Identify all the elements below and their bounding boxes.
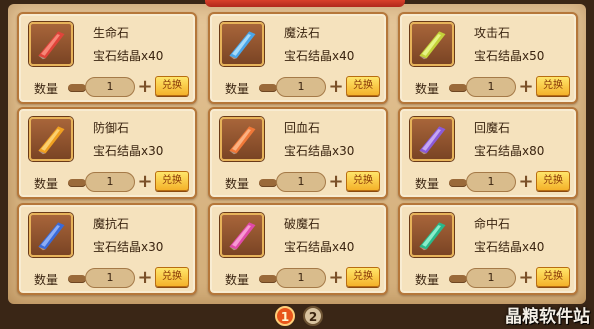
item-cost: 宝石结晶x40 (284, 240, 355, 254)
exchange-button[interactable]: 兑换 (346, 267, 380, 287)
decrease-button[interactable] (68, 179, 86, 187)
item-cost: 宝石结晶x40 (284, 49, 355, 63)
shop-item-card: 生命石 宝石结晶x40 数量 1 + 兑换 (17, 12, 197, 104)
decrease-button[interactable] (68, 84, 86, 92)
gem-icon-slot (220, 213, 264, 257)
purple-gem-icon (419, 126, 446, 155)
gem-icon-slot (410, 117, 454, 161)
item-cost: 宝石结晶x30 (93, 144, 164, 158)
orange-red-gem-icon (229, 126, 256, 155)
item-name: 防御石 (93, 121, 130, 135)
quantity-field[interactable]: 1 (85, 77, 135, 97)
item-cost: 宝石结晶x30 (93, 240, 164, 254)
watermark-text: 晶粮软件站 (505, 307, 590, 327)
quantity-label: 数量 (34, 273, 59, 287)
exchange-button[interactable]: 兑换 (536, 171, 570, 191)
item-name: 命中石 (474, 217, 511, 231)
decrease-button[interactable] (259, 84, 277, 92)
teal-gem-icon (419, 222, 446, 251)
increase-button[interactable]: + (137, 172, 153, 192)
item-cost: 宝石结晶x50 (474, 49, 545, 63)
item-name: 魔抗石 (93, 217, 130, 231)
quantity-label: 数量 (225, 273, 250, 287)
gem-icon-slot (410, 213, 454, 257)
quantity-field[interactable]: 1 (85, 268, 135, 288)
quantity-field[interactable]: 1 (466, 172, 516, 192)
exchange-button[interactable]: 兑换 (536, 267, 570, 287)
orange-gem-icon (38, 126, 65, 155)
shop-item-card: 攻击石 宝石结晶x50 数量 1 + 兑换 (398, 12, 578, 104)
shop-item-card: 命中石 宝石结晶x40 数量 1 + 兑换 (398, 203, 578, 295)
exchange-button[interactable]: 兑换 (155, 267, 189, 287)
item-name: 生命石 (93, 26, 130, 40)
item-cost: 宝石结晶x30 (284, 144, 355, 158)
shop-item-card: 破魔石 宝石结晶x40 数量 1 + 兑换 (208, 203, 388, 295)
shop-item-card: 回魔石 宝石结晶x80 数量 1 + 兑换 (398, 107, 578, 199)
shop-item-card: 防御石 宝石结晶x30 数量 1 + 兑换 (17, 107, 197, 199)
quantity-label: 数量 (415, 273, 440, 287)
quantity-label: 数量 (34, 82, 59, 96)
exchange-button[interactable]: 兑换 (155, 171, 189, 191)
item-name: 破魔石 (284, 217, 321, 231)
decrease-button[interactable] (259, 179, 277, 187)
blue-gem-icon (229, 31, 256, 60)
increase-button[interactable]: + (328, 77, 344, 97)
quantity-label: 数量 (415, 82, 440, 96)
shop-item-card: 回血石 宝石结晶x30 数量 1 + 兑换 (208, 107, 388, 199)
item-cost: 宝石结晶x40 (93, 49, 164, 63)
increase-button[interactable]: + (328, 172, 344, 192)
quantity-label: 数量 (225, 82, 250, 96)
page-1-button[interactable]: 1 (275, 306, 295, 326)
gem-icon-slot (29, 22, 73, 66)
exchange-button[interactable]: 兑换 (346, 76, 380, 96)
quantity-field[interactable]: 1 (276, 268, 326, 288)
item-name: 攻击石 (474, 26, 511, 40)
gem-icon-slot (29, 117, 73, 161)
pink-gem-icon (229, 222, 256, 251)
red-gem-icon (38, 31, 65, 60)
shop-item-card: 魔抗石 宝石结晶x30 数量 1 + 兑换 (17, 203, 197, 295)
increase-button[interactable]: + (137, 268, 153, 288)
gem-icon-slot (220, 22, 264, 66)
exchange-button[interactable]: 兑换 (346, 171, 380, 191)
quantity-label: 数量 (34, 177, 59, 191)
item-name: 回魔石 (474, 121, 511, 135)
quantity-field[interactable]: 1 (276, 77, 326, 97)
decrease-button[interactable] (449, 179, 467, 187)
increase-button[interactable]: + (518, 268, 534, 288)
yellow-green-gem-icon (419, 31, 446, 60)
page-2-button[interactable]: 2 (303, 306, 323, 326)
increase-button[interactable]: + (137, 77, 153, 97)
gem-icon-slot (220, 117, 264, 161)
increase-button[interactable]: + (518, 172, 534, 192)
gem-icon-slot (29, 213, 73, 257)
item-name: 回血石 (284, 121, 321, 135)
increase-button[interactable]: + (328, 268, 344, 288)
quantity-field[interactable]: 1 (85, 172, 135, 192)
game-window: 生命石 宝石结晶x40 数量 1 + 兑换 魔法石 宝石结晶x40 数量 1 +… (0, 0, 594, 329)
quantity-label: 数量 (225, 177, 250, 191)
exchange-button[interactable]: 兑换 (155, 76, 189, 96)
item-name: 魔法石 (284, 26, 321, 40)
decrease-button[interactable] (68, 275, 86, 283)
decrease-button[interactable] (259, 275, 277, 283)
decrease-button[interactable] (449, 275, 467, 283)
shop-item-card: 魔法石 宝石结晶x40 数量 1 + 兑换 (208, 12, 388, 104)
quantity-field[interactable]: 1 (466, 268, 516, 288)
item-cost: 宝石结晶x80 (474, 144, 545, 158)
decrease-button[interactable] (449, 84, 467, 92)
header-accent (205, 0, 405, 7)
increase-button[interactable]: + (518, 77, 534, 97)
quantity-field[interactable]: 1 (276, 172, 326, 192)
exchange-button[interactable]: 兑换 (536, 76, 570, 96)
quantity-field[interactable]: 1 (466, 77, 516, 97)
gem-icon-slot (410, 22, 454, 66)
item-cost: 宝石结晶x40 (474, 240, 545, 254)
dark-blue-gem-icon (38, 222, 65, 251)
quantity-label: 数量 (415, 177, 440, 191)
